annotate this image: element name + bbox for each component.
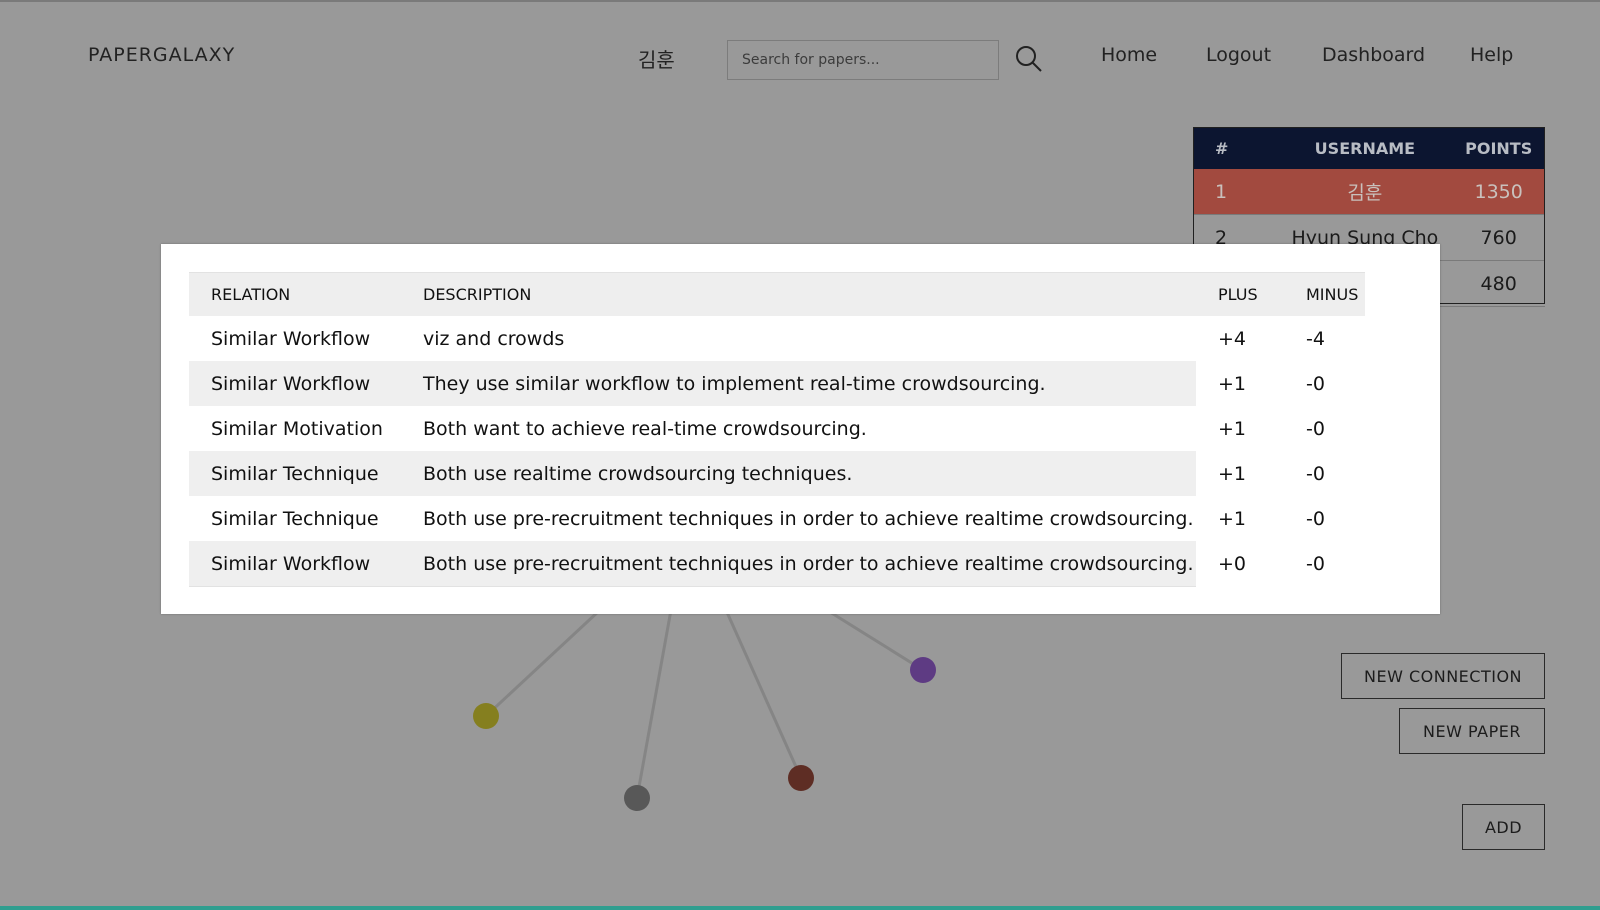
graph-edge — [635, 609, 673, 799]
graph-edge — [484, 608, 602, 718]
graph-node-gray[interactable] — [624, 785, 650, 811]
leaderboard-points: 1350 — [1452, 169, 1545, 215]
graph-node-brown[interactable] — [788, 765, 814, 791]
relations-header: RELATION DESCRIPTION PLUS MINUS — [189, 272, 1365, 316]
relation-description: They use similar workflow to implement r… — [401, 361, 1196, 406]
bottom-border — [0, 906, 1600, 910]
leaderboard-points: 480 — [1452, 260, 1545, 307]
relations-col-plus: PLUS — [1196, 272, 1284, 316]
leaderboard-col-points: POINTS — [1452, 127, 1545, 169]
relations-table: RELATION DESCRIPTION PLUS MINUS Similar … — [189, 272, 1365, 587]
relation-description: Both want to achieve real-time crowdsour… — [423, 417, 867, 440]
downvote-button[interactable]: -0 — [1284, 496, 1365, 541]
upvote-button[interactable]: +1 — [1196, 361, 1284, 406]
leaderboard-col-username: USERNAME — [1277, 127, 1453, 169]
relation-description: viz and crowds — [423, 327, 565, 350]
downvote-button[interactable]: -4 — [1284, 316, 1365, 361]
relations-col-relation: RELATION — [189, 272, 401, 316]
leaderboard-row: 1 김훈 1350 — [1193, 169, 1545, 215]
graph-node-purple[interactable] — [910, 657, 936, 683]
downvote-button[interactable]: -0 — [1284, 406, 1365, 451]
leaderboard-col-rank: # — [1193, 127, 1278, 169]
relations-col-minus: MINUS — [1284, 272, 1365, 316]
downvote-button[interactable]: -0 — [1284, 451, 1365, 496]
relation-description: Both use pre-recruitment techniques in o… — [423, 507, 1194, 530]
relation-type: Similar Workflow — [189, 361, 401, 406]
leaderboard-header: # USERNAME POINTS — [1193, 127, 1545, 169]
relation-row: Similar Workflow They use similar workfl… — [189, 361, 1365, 406]
relation-row: Similar Workflow Both use pre-recruitmen… — [189, 541, 1365, 587]
relation-description: Both use pre-recruitment techniques in o… — [401, 541, 1196, 587]
leaderboard-username: 김훈 — [1277, 169, 1453, 215]
nav-home[interactable]: Home — [1101, 44, 1157, 66]
brand-logo[interactable]: PAPERGALAXY — [88, 44, 235, 66]
current-user: 김훈 — [638, 48, 675, 72]
relation-row: Similar Motivation Both want to achieve … — [189, 406, 1365, 451]
upvote-button[interactable]: +1 — [1196, 406, 1284, 451]
upvote-button[interactable]: +4 — [1196, 316, 1284, 361]
relation-type: Similar Technique — [211, 507, 379, 530]
relation-type: Similar Technique — [189, 451, 401, 496]
upvote-button[interactable]: +1 — [1196, 451, 1284, 496]
nav-dashboard[interactable]: Dashboard — [1322, 44, 1425, 66]
leaderboard-rank: 1 — [1193, 169, 1278, 215]
graph-edge — [724, 609, 803, 779]
relation-type: Similar Workflow — [211, 327, 371, 350]
relations-modal: RELATION DESCRIPTION PLUS MINUS Similar … — [161, 244, 1440, 614]
search-icon[interactable] — [1014, 44, 1044, 74]
relation-type: Similar Workflow — [189, 541, 401, 587]
relation-description: Both use realtime crowdsourcing techniqu… — [401, 451, 1196, 496]
upvote-button[interactable]: +0 — [1196, 541, 1284, 587]
downvote-button[interactable]: -0 — [1284, 361, 1365, 406]
search-input[interactable] — [727, 40, 999, 80]
upvote-button[interactable]: +1 — [1196, 496, 1284, 541]
new-connection-button[interactable]: NEW CONNECTION — [1341, 653, 1545, 699]
relation-type: Similar Motivation — [211, 417, 383, 440]
new-paper-button[interactable]: NEW PAPER — [1399, 708, 1545, 754]
graph-edge — [829, 610, 924, 672]
relation-row: Similar Technique Both use pre-recruitme… — [189, 496, 1365, 541]
downvote-button[interactable]: -0 — [1284, 541, 1365, 587]
leaderboard-points: 760 — [1452, 214, 1545, 261]
add-button[interactable]: ADD — [1462, 804, 1545, 850]
nav-logout[interactable]: Logout — [1206, 44, 1271, 66]
nav-help[interactable]: Help — [1470, 44, 1513, 66]
relation-row: Similar Workflow viz and crowds +4 -4 — [189, 316, 1365, 361]
graph-node-olive[interactable] — [473, 703, 499, 729]
relation-row: Similar Technique Both use realtime crow… — [189, 451, 1365, 496]
relations-col-description: DESCRIPTION — [401, 272, 1196, 316]
